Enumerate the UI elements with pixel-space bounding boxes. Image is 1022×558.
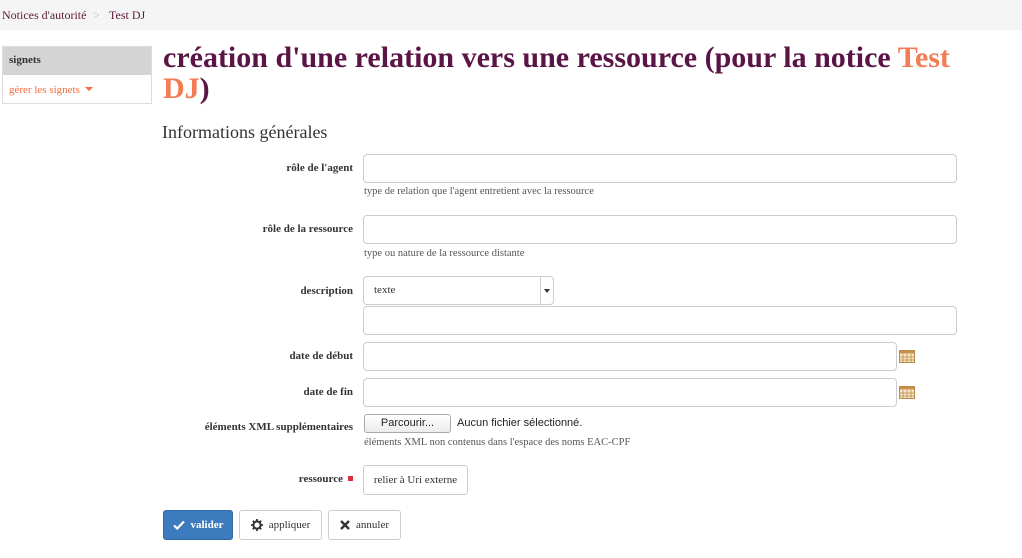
resource-role-label: rôle de la ressource [262, 223, 353, 235]
apply-button[interactable]: appliquer [239, 510, 322, 540]
resource-label-text: ressource [298, 473, 343, 485]
description-format-select[interactable]: texte [363, 276, 554, 305]
description-label: description [300, 285, 353, 297]
agent-role-input[interactable] [363, 154, 957, 183]
agent-role-help: type de relation que l'agent entretient … [364, 186, 594, 197]
required-marker-icon [348, 476, 353, 481]
browse-file-button[interactable]: Parcourir... [364, 414, 451, 433]
check-icon [172, 520, 185, 530]
section-title: Informations générales [162, 122, 328, 142]
calendar-icon[interactable] [899, 386, 915, 399]
manage-bookmarks-dropdown[interactable]: gérer les signets [3, 75, 151, 96]
start-date-label: date de début [289, 350, 353, 362]
breadcrumb-separator: > [93, 8, 100, 22]
validate-button[interactable]: valider [163, 510, 233, 540]
chevron-down-icon [84, 87, 93, 91]
page-title-suffix: ) [199, 72, 210, 105]
cancel-button[interactable]: annuler [328, 510, 401, 540]
page-title: création d'une relation vers une ressour… [163, 42, 963, 104]
resource-role-help: type ou nature de la ressource distante [364, 248, 525, 259]
bookmarks-title: signets [3, 47, 151, 75]
manage-bookmarks-label: gérer les signets [9, 84, 80, 96]
resource-label: ressource [299, 473, 353, 485]
breadcrumb-current[interactable]: Test DJ [109, 8, 145, 23]
close-icon [340, 520, 350, 530]
gear-icon [250, 519, 263, 531]
agent-role-label: rôle de l'agent [286, 162, 353, 174]
description-format-value: texte [374, 284, 396, 296]
link-external-uri-button[interactable]: relier à Uri externe [363, 465, 468, 495]
apply-button-label: appliquer [268, 519, 311, 531]
resource-role-input[interactable] [363, 215, 957, 244]
select-arrow-icon [540, 277, 553, 304]
xml-elements-help: éléments XML non contenus dans l'espace … [364, 437, 631, 448]
file-status-text: Aucun fichier sélectionné. [457, 417, 583, 429]
start-date-input[interactable] [363, 342, 897, 371]
xml-elements-label: éléments XML supplémentaires [204, 421, 353, 433]
end-date-label: date de fin [303, 386, 354, 398]
page-title-prefix: création d'une relation vers une ressour… [163, 41, 898, 74]
breadcrumb: Notices d'autorité > Test DJ [0, 0, 1022, 30]
breadcrumb-link-authority-records[interactable]: Notices d'autorité [2, 8, 86, 23]
cancel-button-label: annuler [356, 519, 389, 531]
end-date-input[interactable] [363, 378, 897, 407]
validate-button-label: valider [190, 519, 224, 531]
description-input[interactable] [363, 306, 957, 335]
bookmarks-box: signets gérer les signets [2, 46, 152, 104]
calendar-icon[interactable] [899, 350, 915, 363]
